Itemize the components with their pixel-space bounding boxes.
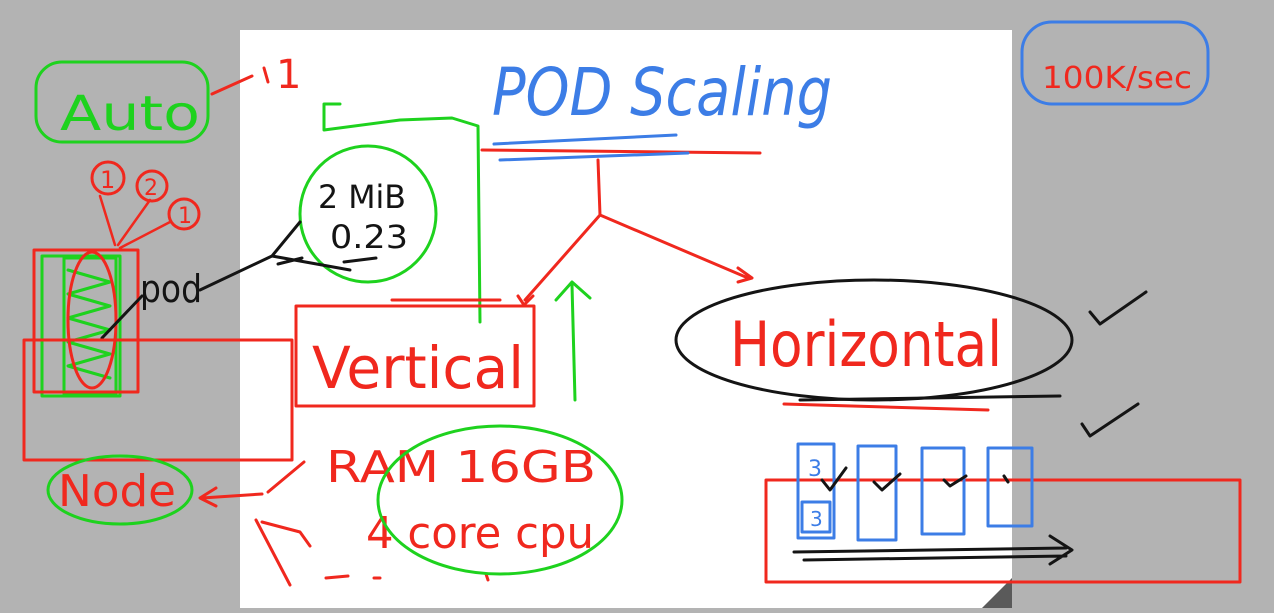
whiteboard: POD Scaling 100K/sec Auto 1 1 2 1 pod No… [22,20,1242,608]
metrics-line2: 0.23 [330,218,408,256]
circled-numbers: 1 2 1 [90,160,201,250]
circled-number-2: 2 [144,176,158,201]
circled-number-1: 1 [100,166,115,194]
node-pod-count-2: 3 [810,507,823,531]
node-text: Node [58,466,176,517]
checkmark-icon [1080,290,1148,438]
pod-pointer [100,294,144,340]
metrics-line1: 2 MiB [318,178,406,216]
auto-text: Auto [60,86,200,142]
vertical-text: Vertical [312,334,524,402]
pod-drawing [32,248,140,398]
circled-number-3: 1 [178,204,192,229]
title-text: POD Scaling [492,54,832,131]
auto-one-text: 1 [276,52,301,98]
rate-text: 100K/sec [1042,61,1192,96]
pod-text: pod [140,267,202,311]
cpu-text: 4 core cpu [366,508,594,559]
horizontal-text: Horizontal [730,308,1002,381]
ram-text: RAM 16GB [326,442,596,493]
node-pod-count-1: 3 [808,457,822,482]
